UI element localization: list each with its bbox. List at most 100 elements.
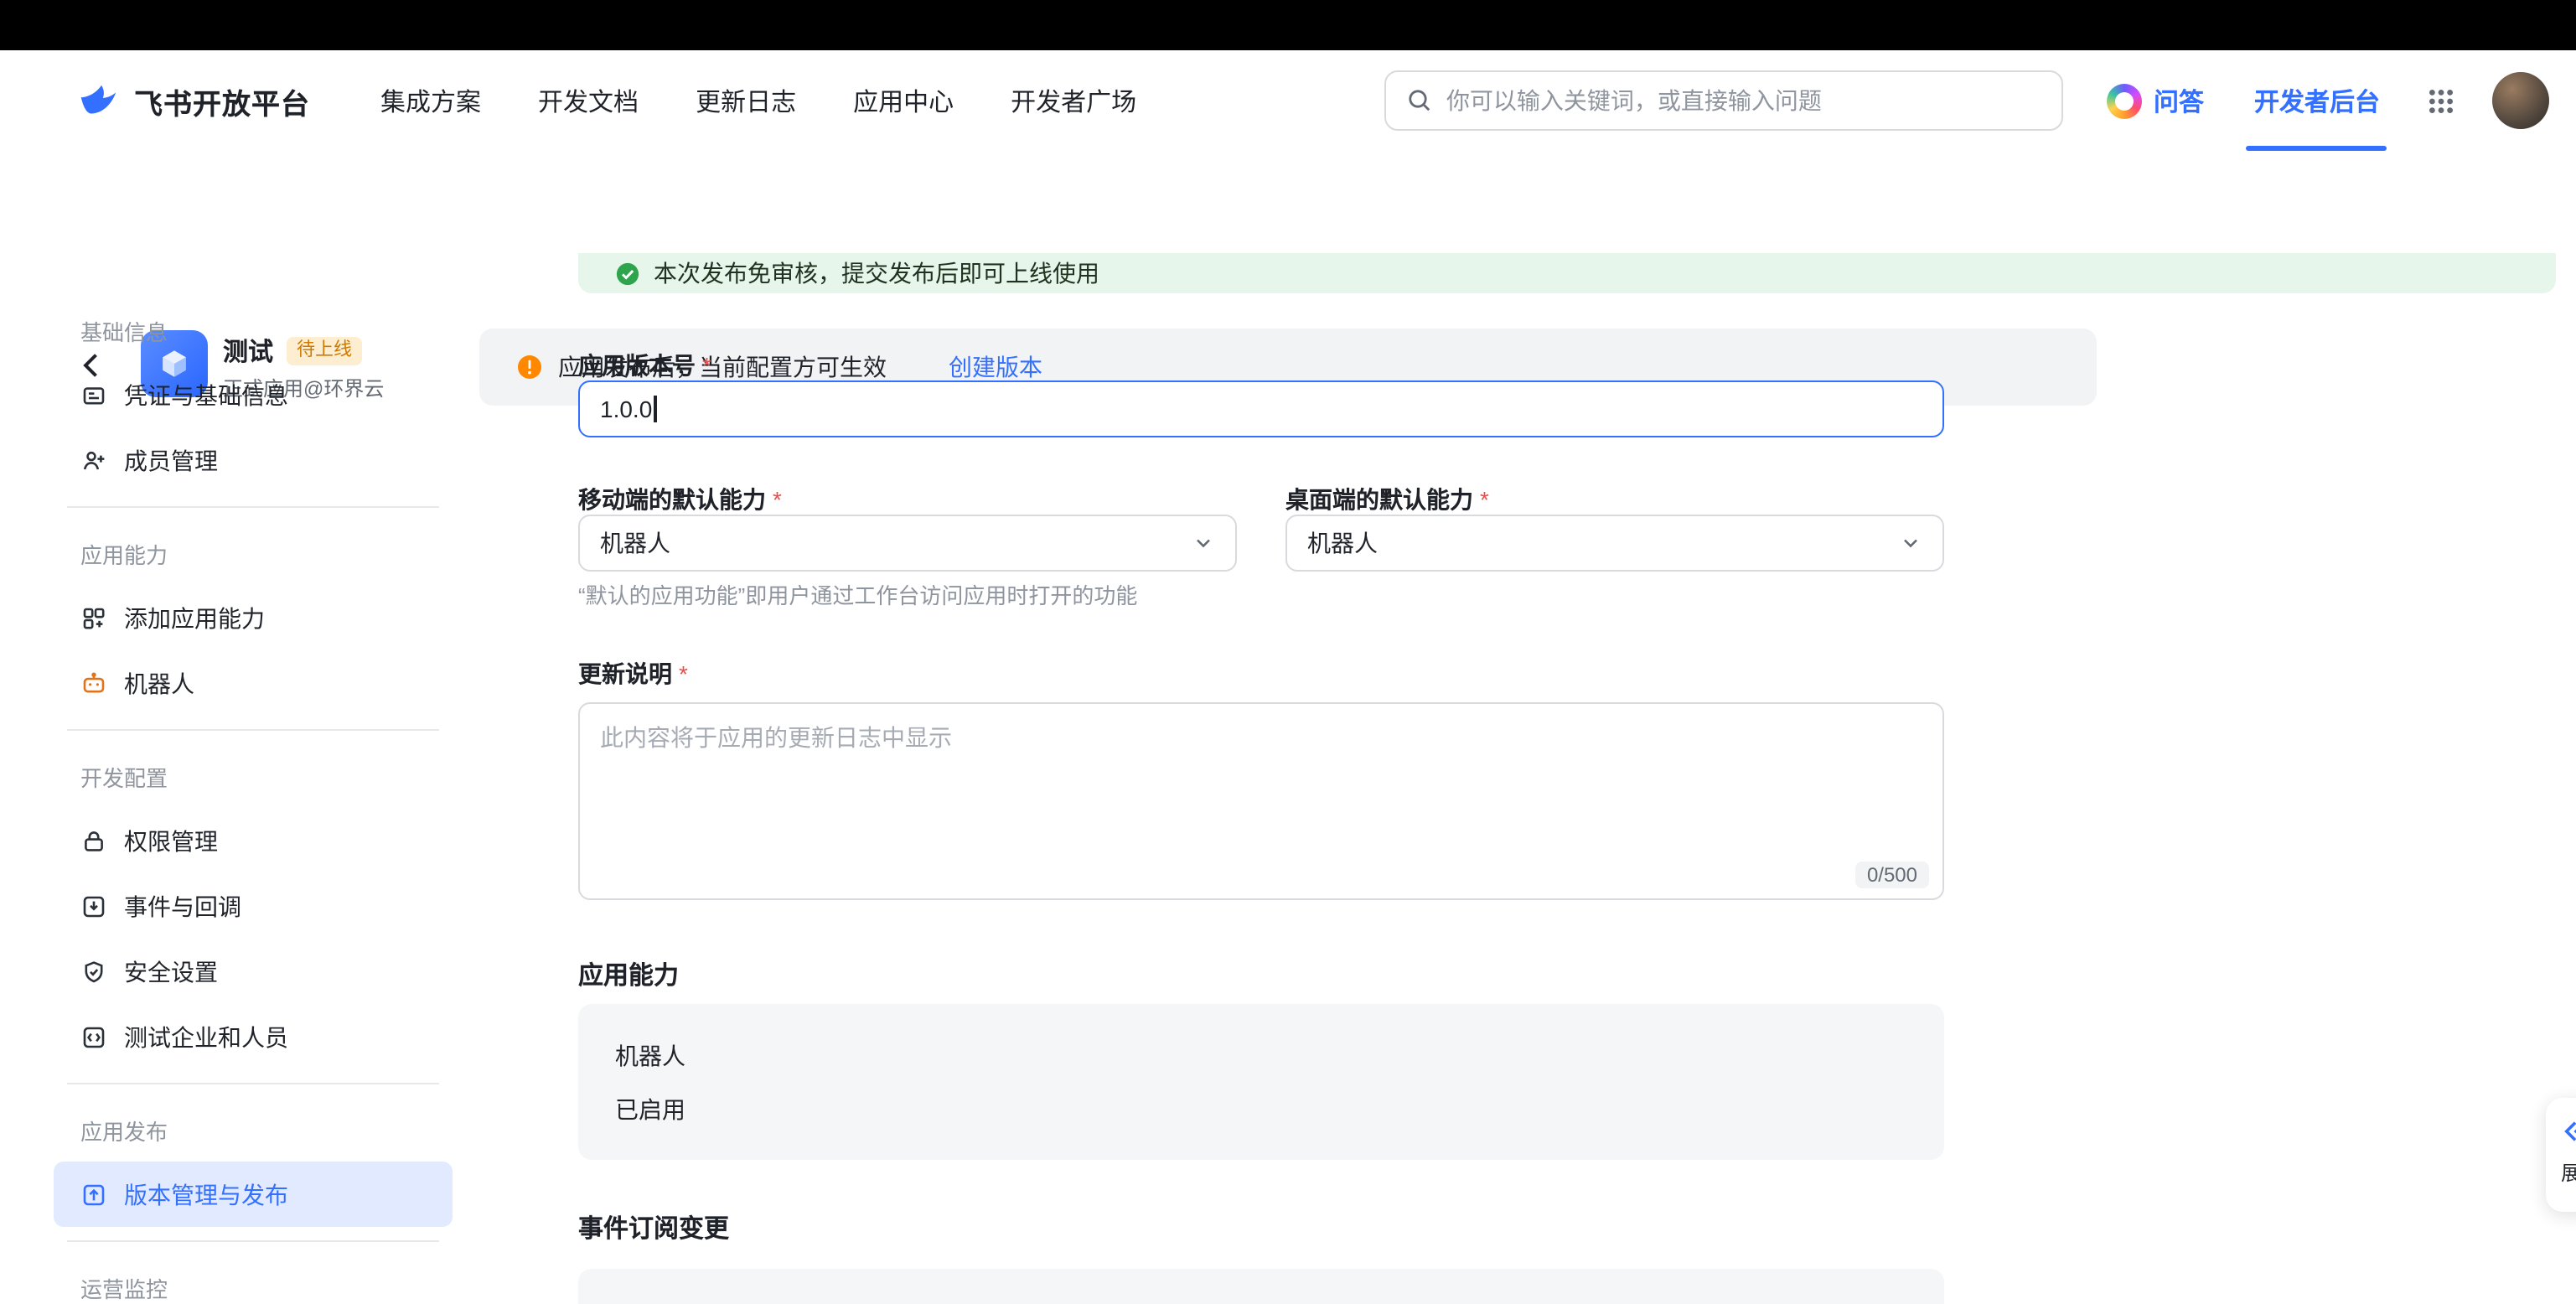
qa-link[interactable]: 问答 [2107,83,2204,118]
sidebar-item-bot[interactable]: 机器人 [54,650,453,716]
sidebar: 基础信息 凭证与基础信息 成员管理 应用能力 添加应用能力 机器人 开发配置 权… [54,298,453,1304]
capability-section-heading: 应用能力 [578,957,679,992]
event-change-card [578,1269,1944,1304]
sidebar-item-label: 成员管理 [124,443,218,477]
event-callback-icon [80,893,107,919]
capability-status: 已启用 [615,1093,1907,1126]
search-placeholder: 你可以输入关键词，或直接输入问题 [1446,84,1822,117]
mobile-default-select[interactable]: 机器人 [578,515,1237,572]
window-top-bar [0,0,2576,50]
nav-item-app-center[interactable]: 应用中心 [853,83,954,118]
search-box[interactable]: 你可以输入关键词，或直接输入问题 [1384,70,2063,131]
check-circle-icon [615,261,640,286]
shield-icon [80,958,107,985]
update-note-textarea[interactable]: 此内容将于应用的更新日志中显示 0/500 [578,702,1944,900]
apps-grid-icon[interactable] [2427,86,2455,115]
success-banner-text: 本次发布免审核，提交发布后即可上线使用 [654,256,1099,290]
sidebar-section-capabilities: 应用能力 [54,521,453,585]
app-header: 测试 待上线 正式应用@环界云 应用发布后，当前配置方可生效 创建版本 [0,151,2576,256]
text-caret [654,396,656,422]
mobile-default-label: 移动端的默认能力 * [578,483,782,516]
nav-item-dev-docs[interactable]: 开发文档 [538,83,639,118]
feishu-logo[interactable]: 飞书开放平台 [75,78,310,123]
sidebar-item-label: 事件与回调 [124,889,241,923]
expand-panel-label: 展开 [2561,1158,2576,1187]
sidebar-item-permissions[interactable]: 权限管理 [54,808,453,873]
avatar[interactable] [2492,72,2549,129]
sidebar-item-label: 凭证与基础信息 [124,378,288,411]
label-text: 移动端的默认能力 [578,486,766,513]
sidebar-item-events[interactable]: 事件与回调 [54,873,453,939]
search-icon [1406,87,1433,114]
desktop-default-label: 桌面端的默认能力 * [1285,483,1489,516]
sidebar-item-label: 安全设置 [124,955,218,988]
success-banner: 本次发布免审核，提交发布后即可上线使用 [578,253,2556,293]
select-value: 机器人 [1307,526,1378,560]
sidebar-section-dev-config: 开发配置 [54,744,453,808]
event-change-heading: 事件订阅变更 [578,1210,729,1245]
feishu-open-platform-console: 飞书开放平台 集成方案 开发文档 更新日志 应用中心 开发者广场 你可以输入关键… [0,0,2576,1304]
sidebar-item-credentials[interactable]: 凭证与基础信息 [54,362,453,427]
version-label: 应用版本号* [578,349,711,382]
version-input-value: 1.0.0 [600,396,652,422]
default-capability-hint: “默认的应用功能”即用户通过工作台访问应用时打开的功能 [578,578,1137,610]
bot-icon [80,670,107,696]
required-mark: * [1480,486,1489,513]
nav-item-changelog[interactable]: 更新日志 [696,83,796,118]
update-note-label: 更新说明 * [578,657,688,691]
qa-gradient-icon [2107,83,2142,118]
test-code-icon [80,1023,107,1050]
members-icon [80,447,107,473]
feishu-logo-icon [75,78,121,123]
permission-lock-icon [80,827,107,854]
create-version-link[interactable]: 创建版本 [949,350,1042,384]
double-chevron-left-icon [2561,1116,2576,1146]
console-tab[interactable]: 开发者后台 [2254,50,2380,151]
version-input[interactable]: 1.0.0 [578,380,1944,437]
sidebar-item-label: 版本管理与发布 [124,1177,288,1211]
sidebar-item-security[interactable]: 安全设置 [54,939,453,1004]
logo-text: 飞书开放平台 [134,80,310,122]
add-capability-icon [80,604,107,631]
top-navbar: 飞书开放平台 集成方案 开发文档 更新日志 应用中心 开发者广场 你可以输入关键… [0,50,2576,151]
select-value: 机器人 [600,526,670,560]
sidebar-item-version-publish[interactable]: 版本管理与发布 [54,1162,453,1227]
label-text: 桌面端的默认能力 [1285,486,1473,513]
textarea-placeholder: 此内容将于应用的更新日志中显示 [600,724,952,751]
sidebar-item-members[interactable]: 成员管理 [54,427,453,493]
desktop-default-select[interactable]: 机器人 [1285,515,1944,572]
sidebar-section-monitoring: 运营监控 [54,1255,453,1304]
qa-label: 问答 [2154,83,2204,118]
sidebar-item-label: 权限管理 [124,824,218,857]
nav-item-integration-solutions[interactable]: 集成方案 [380,83,481,118]
sidebar-divider [67,1083,439,1084]
main-nav: 集成方案 开发文档 更新日志 应用中心 开发者广场 [380,83,1136,118]
credential-icon [80,381,107,408]
char-counter: 0/500 [1855,862,1929,888]
sidebar-section-publish: 应用发布 [54,1098,453,1162]
page: 飞书开放平台 集成方案 开发文档 更新日志 应用中心 开发者广场 你可以输入关键… [0,0,2576,1304]
console-tab-label: 开发者后台 [2254,83,2380,118]
sidebar-item-add-capability[interactable]: 添加应用能力 [54,585,453,650]
sidebar-item-label: 添加应用能力 [124,601,265,634]
required-mark: * [702,352,711,379]
capability-name: 机器人 [615,1039,1907,1073]
label-text: 更新说明 [578,660,672,687]
chevron-down-icon [1899,531,1922,555]
sidebar-item-label: 测试企业和人员 [124,1020,288,1053]
required-mark: * [679,660,688,687]
sidebar-divider [67,506,439,508]
chevron-down-icon [1192,531,1215,555]
nav-item-dev-marketplace[interactable]: 开发者广场 [1011,83,1136,118]
sidebar-item-label: 机器人 [124,666,194,700]
warning-icon [516,354,543,380]
expand-panel-button[interactable]: 展开 [2546,1098,2576,1212]
sidebar-item-test-company[interactable]: 测试企业和人员 [54,1004,453,1069]
capability-card: 机器人 已启用 [578,1004,1944,1160]
sidebar-section-basic-info: 基础信息 [54,298,453,362]
publish-version-icon [80,1181,107,1208]
required-mark: * [773,486,782,513]
sidebar-divider [67,729,439,731]
label-text: 应用版本号 [578,352,696,379]
sidebar-divider [67,1240,439,1242]
